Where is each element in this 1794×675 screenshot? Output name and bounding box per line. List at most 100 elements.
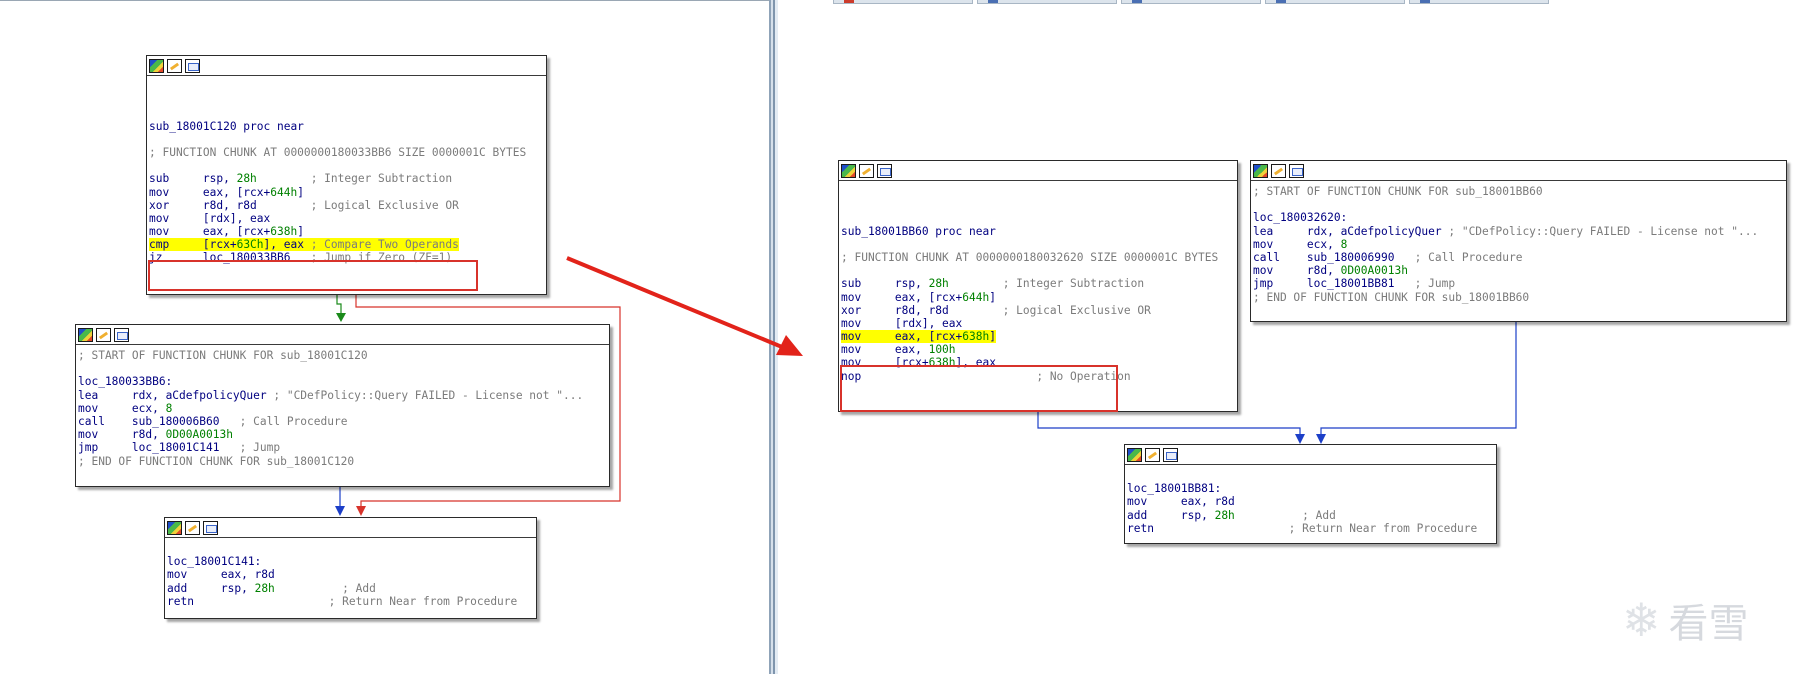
instruction-body[interactable]: jmp loc_18001C141 ; Jump <box>78 441 280 454</box>
operand-tail: ] <box>989 330 996 344</box>
group-nodes-icon[interactable] <box>1289 163 1304 178</box>
instruction-line: call sub_180006B60 ; Call Procedure <box>78 415 607 428</box>
instruction-line: retn ; Return Near from Procedure <box>1127 522 1494 535</box>
instruction-body[interactable]: xor r8d, r8d ; Logical Exclusive OR <box>149 199 459 212</box>
operand: rsp, <box>202 172 237 186</box>
operand: [rdx], eax <box>894 316 963 330</box>
instruction-body[interactable]: lea rdx, aCdefpolicyQuer ; "CDefPolicy::… <box>1253 225 1758 238</box>
node-header <box>839 161 1237 181</box>
edit-node-icon[interactable] <box>1271 163 1286 178</box>
color-palette-icon[interactable] <box>841 163 856 178</box>
edge-from-main-arrowhead <box>1295 434 1305 444</box>
color-palette-icon[interactable] <box>167 520 182 535</box>
mnemonic: mov <box>78 401 132 415</box>
edit-node-icon[interactable] <box>167 58 182 73</box>
instruction-body[interactable]: mov ecx, 8 <box>78 402 172 415</box>
instruction-body[interactable]: add rsp, 28h ; Add <box>1127 509 1336 522</box>
graph-node-loc-18001c141[interactable]: loc_18001C141: mov eax, r8d add rsp, 28h ;… <box>164 517 537 619</box>
instruction-body[interactable]: jz loc_180033BB6 ; Jump if Zero (ZF=1) <box>149 251 452 264</box>
color-palette-icon[interactable] <box>149 58 164 73</box>
tab-strip <box>778 0 1794 4</box>
edit-node-icon[interactable] <box>96 327 111 342</box>
instruction-body[interactable]: add rsp, 28h ; Add <box>167 582 376 595</box>
auto-comment: ; Logical Exclusive OR <box>310 198 459 212</box>
tab-1[interactable] <box>833 0 973 4</box>
instruction-body[interactable]: xor r8d, r8d ; Logical Exclusive OR <box>841 304 1151 317</box>
instruction-line: mov [rcx+638h], eax <box>841 356 1235 369</box>
instruction-body[interactable]: nop ; No Operation <box>841 370 1131 383</box>
label-text: loc_18001C141: <box>167 555 262 569</box>
auto-comment: ; Return Near from Procedure <box>1288 521 1478 535</box>
auto-comment: ; Logical Exclusive OR <box>1002 303 1151 317</box>
instruction-body[interactable]: mov eax, [rcx+638h] <box>149 225 304 238</box>
tab-2[interactable] <box>977 0 1117 4</box>
instruction-body[interactable]: call sub_180006B60 ; Call Procedure <box>78 415 347 428</box>
instruction-line: mov eax, r8d <box>1127 495 1494 508</box>
instruction-body[interactable]: mov eax, [rcx+638h] <box>841 330 996 344</box>
instruction-body[interactable]: mov eax, 100h <box>841 343 956 356</box>
graph-node-sub-18001bb60[interactable]: sub_18001BB60 proc near ; FUNCTION CHUNK … <box>838 160 1238 412</box>
auto-comment: ; Add <box>342 581 376 595</box>
operand: [rdx], eax <box>202 211 271 225</box>
group-nodes-icon[interactable] <box>203 520 218 535</box>
operand-tail: ] <box>989 290 996 304</box>
instruction-body[interactable]: jmp loc_18001BB81 ; Jump <box>1253 277 1455 290</box>
instruction-body[interactable]: call sub_180006990 ; Call Procedure <box>1253 251 1522 264</box>
instruction-body[interactable]: mov eax, [rcx+644h] <box>149 186 304 199</box>
tab-3[interactable] <box>1121 0 1261 4</box>
graph-view-left[interactable]: sub_18001C120 proc near ; FUNCTION CHUNK … <box>0 0 769 675</box>
group-nodes-icon[interactable] <box>877 163 892 178</box>
graph-node-loc-180033bb6[interactable]: ; START OF FUNCTION CHUNK FOR sub_18001C… <box>75 324 610 487</box>
color-palette-icon[interactable] <box>1253 163 1268 178</box>
immediate-value: 638h <box>962 330 990 344</box>
instruction-body[interactable]: mov eax, r8d <box>1127 495 1235 508</box>
mnemonic: sub <box>149 172 203 186</box>
instruction-body[interactable]: mov eax, [rcx+644h] <box>841 291 996 304</box>
color-palette-icon[interactable] <box>78 327 93 342</box>
instruction-line: xor r8d, r8d ; Logical Exclusive OR <box>841 304 1235 317</box>
edit-node-icon[interactable] <box>859 163 874 178</box>
group-nodes-icon[interactable] <box>185 58 200 73</box>
tab-4[interactable] <box>1265 0 1405 4</box>
tab-5[interactable] <box>1409 0 1549 4</box>
instruction-body[interactable]: retn ; Return Near from Procedure <box>1127 522 1477 535</box>
group-nodes-icon[interactable] <box>114 327 129 342</box>
immediate-value: 0D00A0013h <box>1340 264 1408 278</box>
graph-node-sub-18001c120[interactable]: sub_18001C120 proc near ; FUNCTION CHUNK … <box>146 55 547 295</box>
comment-text: ; FUNCTION CHUNK AT 0000000180033BB6 SIZ… <box>149 145 527 159</box>
color-palette-icon[interactable] <box>1127 447 1142 462</box>
auto-comment: ; Call Procedure <box>1414 250 1523 264</box>
graph-node-loc-180032620[interactable]: ; START OF FUNCTION CHUNK FOR sub_18001B… <box>1250 160 1787 322</box>
instruction-body[interactable]: mov r8d, 0D00A0013h <box>78 428 233 441</box>
instruction-body[interactable]: mov [rdx], eax <box>149 212 270 225</box>
edit-node-icon[interactable] <box>1145 447 1160 462</box>
instruction-body[interactable]: mov [rcx+638h], eax <box>841 356 996 369</box>
instruction-body[interactable]: sub rsp, 28h ; Integer Subtraction <box>149 172 452 185</box>
mnemonic: mov <box>841 330 895 344</box>
graph-view-right[interactable]: sub_18001BB60 proc near ; FUNCTION CHUNK … <box>778 0 1794 674</box>
operand: ecx, <box>131 401 166 415</box>
immediate-value: 644h <box>270 185 298 199</box>
mnemonic: retn <box>1127 521 1154 535</box>
instruction-body[interactable]: mov r8d, 0D00A0013h <box>1253 264 1408 277</box>
padding <box>219 441 239 454</box>
pane-splitter[interactable] <box>769 0 778 674</box>
instruction-body[interactable]: sub rsp, 28h ; Integer Subtraction <box>841 277 1144 290</box>
group-nodes-icon[interactable] <box>1163 447 1178 462</box>
instruction-body[interactable]: mov [rdx], eax <box>841 317 962 330</box>
instruction-body[interactable]: retn ; Return Near from Procedure <box>167 595 517 608</box>
padding <box>949 304 1003 317</box>
instruction-body[interactable]: cmp [rcx+63Ch], eax ; Compare Two Operan… <box>149 238 459 252</box>
instruction-body[interactable]: mov eax, r8d <box>167 568 275 581</box>
instruction-body[interactable]: mov ecx, 8 <box>1253 238 1347 251</box>
instruction-body[interactable]: lea rdx, aCdefpolicyQuer ; "CDefPolicy::… <box>78 389 583 402</box>
node-code: sub_18001BB60 proc near ; FUNCTION CHUNK … <box>839 181 1237 385</box>
graph-node-loc-18001bb81[interactable]: loc_18001BB81: mov eax, r8d add rsp, 28h ;… <box>1124 444 1497 544</box>
padding <box>1394 277 1414 290</box>
mnemonic: cmp <box>149 238 203 252</box>
mnemonic: mov <box>841 316 895 330</box>
edit-node-icon[interactable] <box>185 520 200 535</box>
